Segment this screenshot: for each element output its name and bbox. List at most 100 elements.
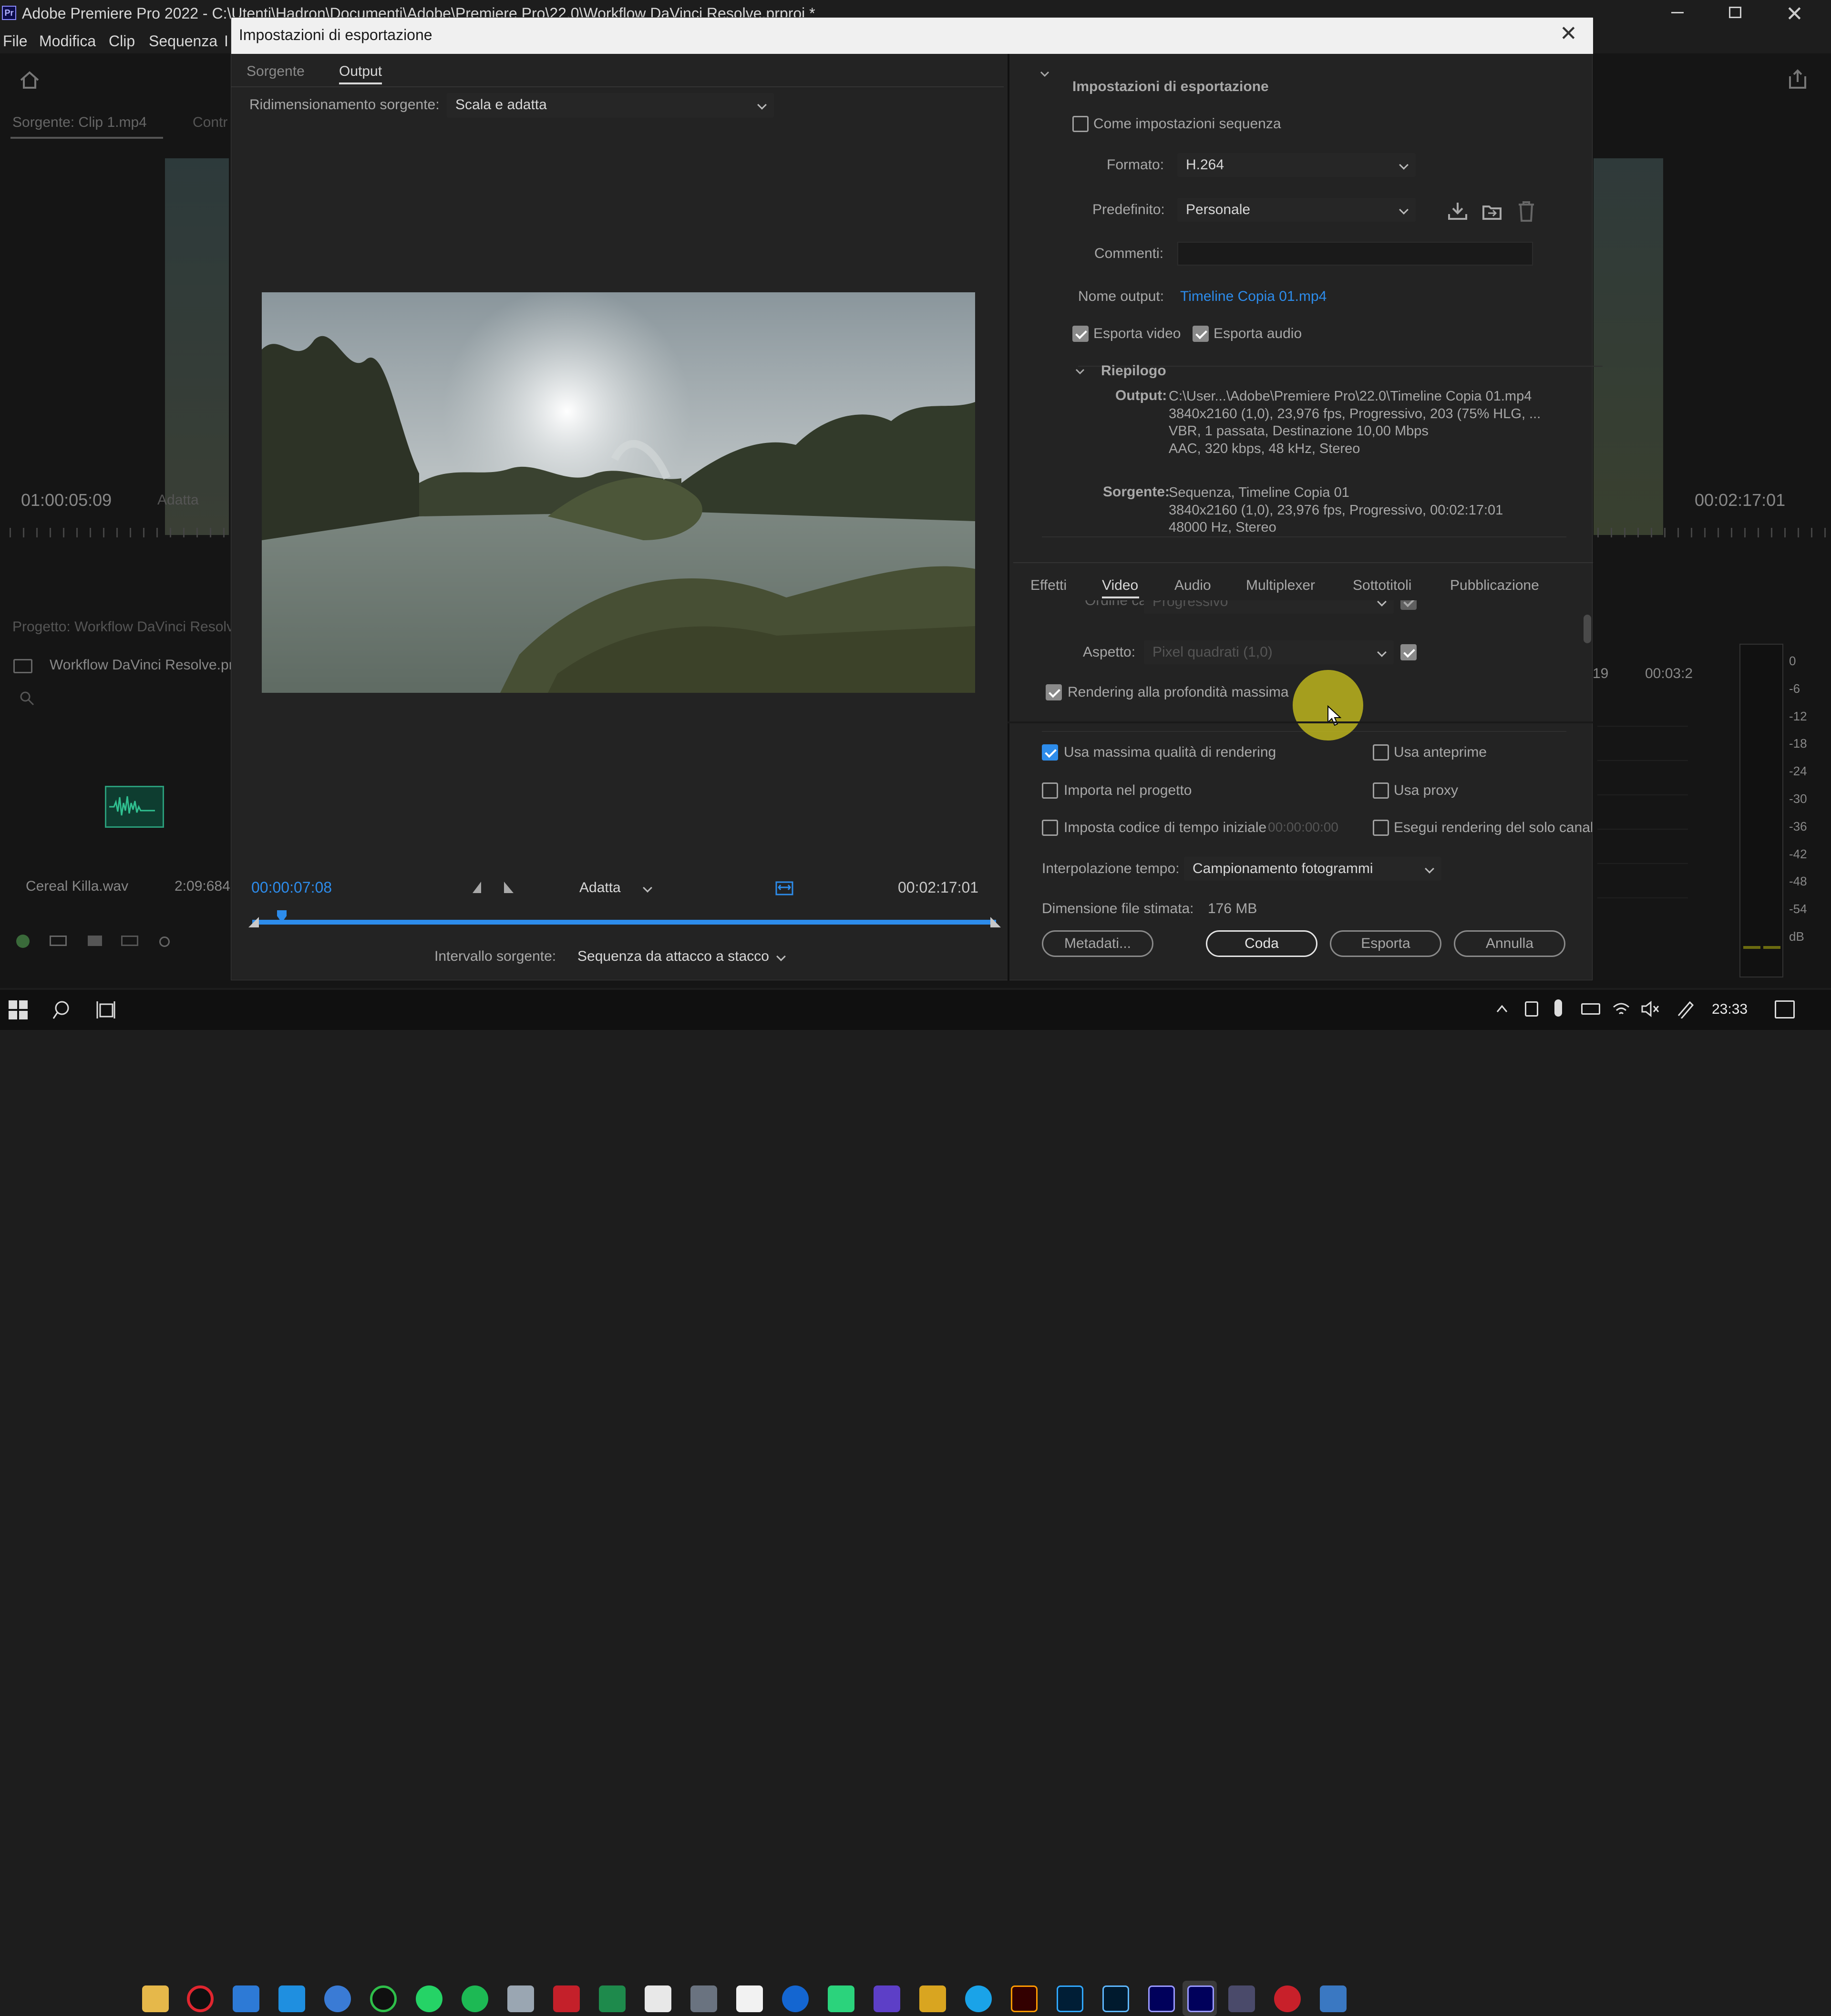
start-timecode-checkbox[interactable]	[1042, 820, 1058, 836]
use-proxy-checkbox[interactable]	[1373, 782, 1389, 799]
filezilla-icon[interactable]	[553, 1985, 580, 2012]
share-icon[interactable]	[1787, 69, 1808, 90]
edge-icon[interactable]	[324, 1985, 351, 2012]
menu-file[interactable]: File	[3, 32, 28, 50]
app-icon-19[interactable]	[965, 1985, 992, 2012]
app-icon-26[interactable]	[1274, 1985, 1301, 2012]
source-range-dropdown[interactable]: Sequenza da attacco a stacco	[569, 945, 793, 968]
whatsapp-icon[interactable]	[416, 1985, 442, 2012]
app-icon-11[interactable]	[599, 1985, 626, 2012]
source-fit[interactable]: Adatta	[157, 492, 199, 508]
playhead-icon[interactable]	[276, 909, 288, 924]
media-encoder-icon[interactable]	[1148, 1985, 1175, 2012]
video-scrollbar[interactable]	[1584, 615, 1591, 643]
aspect-match-checkbox[interactable]	[1400, 644, 1417, 660]
tray-mic-icon[interactable]	[1554, 999, 1562, 1017]
preview-timeline[interactable]	[248, 909, 1002, 928]
tab-pubblicazione[interactable]: Pubblicazione	[1450, 577, 1539, 594]
save-preset-icon[interactable]	[1447, 202, 1468, 221]
scaling-dropdown[interactable]: Scala e adatta	[447, 93, 774, 118]
menu-modifica[interactable]: Modifica	[39, 32, 96, 50]
restore-icon[interactable]	[1729, 7, 1741, 18]
preset-dropdown[interactable]: Personale	[1177, 198, 1416, 222]
field-order-match-checkbox[interactable]	[1400, 600, 1417, 610]
range-in-handle[interactable]	[248, 917, 260, 928]
export-button[interactable]: Esporta	[1330, 930, 1441, 957]
photoshop-icon[interactable]	[1057, 1985, 1083, 2012]
tab-audio[interactable]: Audio	[1174, 577, 1211, 594]
minimize-icon[interactable]	[1671, 12, 1684, 13]
aspect-toggle-icon[interactable]	[775, 879, 794, 897]
metadata-button[interactable]: Metadati...	[1042, 930, 1153, 957]
app-icon-18[interactable]	[919, 1985, 946, 2012]
preview-fit-dropdown[interactable]: Adatta	[571, 876, 659, 900]
mail-icon[interactable]	[233, 1985, 259, 2012]
cancel-button[interactable]: Annulla	[1454, 930, 1565, 957]
freeform-view-icon[interactable]	[121, 936, 138, 946]
start-timecode-value[interactable]: 00:00:00:00	[1268, 820, 1338, 835]
match-sequence-checkbox[interactable]	[1072, 116, 1089, 132]
tab-multiplexer[interactable]: Multiplexer	[1246, 577, 1315, 594]
app-icon-13[interactable]	[690, 1985, 717, 2012]
time-interpolation-dropdown[interactable]: Campionamento fotogrammi	[1184, 857, 1441, 881]
alpha-only-checkbox[interactable]	[1373, 820, 1389, 836]
range-out-handle[interactable]	[990, 917, 1002, 928]
collapse-export-settings-icon[interactable]	[1040, 69, 1049, 79]
wifi-icon[interactable]	[1612, 1000, 1631, 1018]
menu-more[interactable]: I	[224, 32, 228, 50]
zoom-slider-icon[interactable]	[159, 936, 170, 947]
max-quality-checkbox[interactable]	[1042, 744, 1058, 761]
home-icon[interactable]	[19, 71, 40, 90]
use-previews-checkbox[interactable]	[1373, 744, 1389, 761]
tab-sorgente[interactable]: Sorgente	[247, 63, 305, 80]
file-explorer-icon[interactable]	[142, 1985, 169, 2012]
queue-button[interactable]: Coda	[1206, 930, 1317, 957]
sync-icon[interactable]	[370, 1985, 397, 2012]
battery-icon[interactable]	[1581, 1003, 1600, 1015]
pen-icon[interactable]	[1676, 999, 1695, 1019]
app-icon-27[interactable]	[1320, 1985, 1347, 2012]
volume-muted-icon[interactable]	[1640, 1000, 1659, 1018]
windows-start-icon[interactable]	[9, 1000, 28, 1019]
tab-video[interactable]: Video	[1102, 577, 1138, 594]
max-depth-checkbox[interactable]	[1046, 684, 1062, 700]
audio-clip-thumb[interactable]	[105, 786, 164, 828]
mark-in-icon[interactable]	[472, 881, 483, 894]
delete-preset-icon[interactable]	[1517, 201, 1536, 222]
pencil-icon[interactable]	[16, 935, 30, 948]
current-timecode[interactable]: 00:00:07:08	[251, 879, 332, 896]
mark-out-icon[interactable]	[503, 881, 514, 894]
dialog-close-icon[interactable]: ✕	[1560, 21, 1577, 46]
source-monitor-tab[interactable]: Sorgente: Clip 1.mp4	[12, 114, 147, 131]
format-dropdown[interactable]: H.264	[1177, 153, 1416, 177]
app-icon-25[interactable]	[1228, 1985, 1255, 2012]
outlook-icon[interactable]	[278, 1985, 305, 2012]
app-icon-12[interactable]	[645, 1985, 671, 2012]
export-audio-checkbox[interactable]	[1193, 326, 1209, 342]
app-icon-16[interactable]	[828, 1985, 854, 2012]
tray-chevron-icon[interactable]	[1495, 1002, 1509, 1016]
webex-icon[interactable]	[782, 1985, 809, 2012]
lightroom-icon[interactable]	[1102, 1985, 1129, 2012]
export-video-checkbox[interactable]	[1072, 326, 1089, 342]
import-project-checkbox[interactable]	[1042, 782, 1058, 799]
notifications-icon[interactable]	[1775, 1000, 1795, 1018]
close-window-icon[interactable]: ✕	[1786, 2, 1803, 26]
list-view-icon[interactable]	[50, 936, 67, 946]
project-panel-title[interactable]: Progetto: Workflow DaVinci Resolv	[12, 619, 234, 635]
tab-effetti[interactable]: Effetti	[1030, 577, 1067, 594]
tray-camera-icon[interactable]	[1525, 1001, 1538, 1017]
premiere-taskbar-icon[interactable]	[1187, 1985, 1214, 2012]
opera-icon[interactable]	[187, 1985, 214, 2012]
search-icon[interactable]	[52, 999, 73, 1020]
illustrator-icon[interactable]	[1011, 1985, 1038, 2012]
spotify-icon[interactable]	[462, 1985, 488, 2012]
clock[interactable]: 23:33	[1712, 1001, 1748, 1018]
import-preset-icon[interactable]	[1481, 202, 1502, 221]
project-search-icon[interactable]	[19, 690, 34, 706]
app-icon-17[interactable]	[874, 1985, 900, 2012]
tab-sottotitoli[interactable]: Sottotitoli	[1353, 577, 1411, 594]
notion-icon[interactable]	[736, 1985, 763, 2012]
app-icon-9[interactable]	[507, 1985, 534, 2012]
dialog-splitter[interactable]	[1008, 54, 1009, 981]
